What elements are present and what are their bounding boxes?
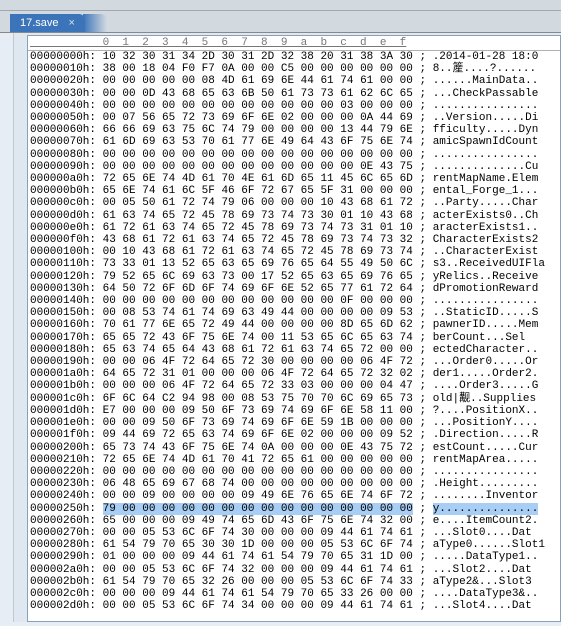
tab-bar: 17.save × xyxy=(0,11,561,33)
hex-row[interactable]: 000000a0h: 72 65 6E 74 4D 61 70 4E 61 6D… xyxy=(28,173,560,185)
hex-row[interactable]: 000000e0h: 61 72 61 63 74 65 72 45 78 69… xyxy=(28,222,560,234)
file-tab[interactable]: 17.save × xyxy=(10,14,85,32)
left-gutter xyxy=(0,33,14,622)
hex-row[interactable]: 000001f0h: 09 44 69 72 65 63 74 69 6F 6E… xyxy=(28,429,560,441)
hex-row[interactable]: 00000020h: 00 00 00 00 00 08 4D 61 69 6E… xyxy=(28,75,560,87)
hex-row[interactable]: 00000270h: 00 00 05 53 6C 6F 74 30 00 00… xyxy=(28,527,560,539)
hex-row[interactable]: 00000080h: 00 00 00 00 00 00 00 00 00 00… xyxy=(28,149,560,161)
main-row: 0 1 2 3 4 5 6 7 8 9 a b c d e f 00000000… xyxy=(0,33,561,622)
hex-row[interactable]: 000000c0h: 00 05 50 61 72 74 79 06 00 00… xyxy=(28,197,560,209)
hex-row[interactable]: 00000140h: 00 00 00 00 00 00 00 00 00 00… xyxy=(28,295,560,307)
hex-row[interactable]: 00000160h: 70 61 77 6E 65 72 49 44 00 00… xyxy=(28,319,560,331)
status-bar xyxy=(0,622,561,626)
hex-row[interactable]: 00000010h: 38 00 18 04 F0 F7 0A 00 00 C5… xyxy=(28,63,560,75)
hex-row[interactable]: 00000090h: 00 00 00 00 00 00 00 00 00 00… xyxy=(28,161,560,173)
hex-row[interactable]: 00000120h: 79 52 65 6C 69 63 73 00 17 52… xyxy=(28,271,560,283)
hex-row[interactable]: 00000250h: 79 00 00 00 00 00 00 00 00 00… xyxy=(28,503,560,515)
hex-row[interactable]: 00000180h: 65 63 74 65 64 43 68 61 72 61… xyxy=(28,344,560,356)
hex-row[interactable]: 000002b0h: 61 54 79 70 65 32 26 00 00 00… xyxy=(28,576,560,588)
file-tab-label: 17.save xyxy=(20,17,59,29)
hex-row[interactable]: 000002a0h: 00 00 05 53 6C 6F 74 32 00 00… xyxy=(28,564,560,576)
hex-row[interactable]: 00000240h: 00 00 09 00 00 00 00 09 49 6E… xyxy=(28,490,560,502)
hex-row[interactable]: 000002c0h: 00 00 00 09 44 61 74 61 54 79… xyxy=(28,588,560,600)
hex-rows: 00000000h: 10 32 30 31 34 2D 30 31 2D 32… xyxy=(28,51,560,612)
hex-row[interactable]: 00000210h: 72 65 6E 74 4D 61 70 41 72 65… xyxy=(28,454,560,466)
hex-header: 0 1 2 3 4 5 6 7 8 9 a b c d e f xyxy=(28,36,560,51)
hex-row[interactable]: 00000170h: 65 65 72 43 6F 75 6E 74 00 11… xyxy=(28,332,560,344)
hex-row[interactable]: 00000110h: 73 33 01 13 52 65 63 65 69 76… xyxy=(28,258,560,270)
hex-row[interactable]: 00000060h: 66 66 69 63 75 6C 74 79 00 00… xyxy=(28,124,560,136)
hex-row[interactable]: 000001e0h: 00 00 09 50 6F 73 69 74 69 6F… xyxy=(28,417,560,429)
hex-row[interactable]: 00000150h: 00 08 53 74 61 74 69 63 49 44… xyxy=(28,307,560,319)
hex-row[interactable]: 00000130h: 64 50 72 6F 6D 6F 74 69 6F 6E… xyxy=(28,283,560,295)
hex-row[interactable]: 00000280h: 61 54 79 70 65 30 30 1D 00 00… xyxy=(28,539,560,551)
hex-row[interactable]: 00000000h: 10 32 30 31 34 2D 30 31 2D 32… xyxy=(28,51,560,63)
hex-row[interactable]: 000002d0h: 00 00 05 53 6C 6F 74 34 00 00… xyxy=(28,600,560,612)
hex-row[interactable]: 00000070h: 61 6D 69 63 53 70 61 77 6E 49… xyxy=(28,136,560,148)
hex-row[interactable]: 00000220h: 00 00 00 00 00 00 00 00 00 00… xyxy=(28,466,560,478)
hex-row[interactable]: 00000040h: 00 00 00 00 00 00 00 00 00 00… xyxy=(28,100,560,112)
hex-row[interactable]: 00000230h: 06 48 65 69 67 68 74 00 00 00… xyxy=(28,478,560,490)
close-icon[interactable]: × xyxy=(69,17,75,29)
hex-view[interactable]: 0 1 2 3 4 5 6 7 8 9 a b c d e f 00000000… xyxy=(27,35,561,622)
hex-scroll[interactable]: 0 1 2 3 4 5 6 7 8 9 a b c d e f 00000000… xyxy=(28,36,560,621)
hex-row[interactable]: 00000190h: 00 00 06 4F 72 64 65 72 30 00… xyxy=(28,356,560,368)
hex-row[interactable]: 00000100h: 00 10 43 68 61 72 61 63 74 65… xyxy=(28,246,560,258)
hex-row[interactable]: 00000290h: 01 00 00 00 09 44 61 74 61 54… xyxy=(28,551,560,563)
hex-row[interactable]: 000001c0h: 6F 6C 64 C2 94 98 00 08 53 75… xyxy=(28,393,560,405)
hex-row[interactable]: 000000b0h: 65 6E 74 61 6C 5F 46 6F 72 67… xyxy=(28,185,560,197)
hex-row[interactable]: 00000050h: 00 07 56 65 72 73 69 6F 6E 02… xyxy=(28,112,560,124)
hex-row[interactable]: 00000200h: 65 73 74 43 6F 75 6E 74 0A 00… xyxy=(28,442,560,454)
hex-row[interactable]: 000001a0h: 64 65 72 31 01 00 00 00 06 4F… xyxy=(28,368,560,380)
hex-row[interactable]: 000001d0h: E7 00 00 00 09 50 6F 73 69 74… xyxy=(28,405,560,417)
tab-shadow xyxy=(83,14,107,32)
hex-row[interactable]: 00000030h: 00 00 0D 43 68 65 63 6B 50 61… xyxy=(28,88,560,100)
hex-editor-window: 17.save × 0 1 2 3 4 5 6 7 8 9 a b c d e … xyxy=(0,0,561,626)
hex-row[interactable]: 000000d0h: 61 63 74 65 72 45 78 69 73 74… xyxy=(28,210,560,222)
hex-row[interactable]: 000001b0h: 00 00 00 06 4F 72 64 65 72 33… xyxy=(28,380,560,392)
toolbar-strip xyxy=(0,0,561,11)
hex-row[interactable]: 00000260h: 65 00 00 00 09 49 74 65 6D 43… xyxy=(28,515,560,527)
hex-row[interactable]: 000000f0h: 43 68 61 72 61 63 74 65 72 45… xyxy=(28,234,560,246)
